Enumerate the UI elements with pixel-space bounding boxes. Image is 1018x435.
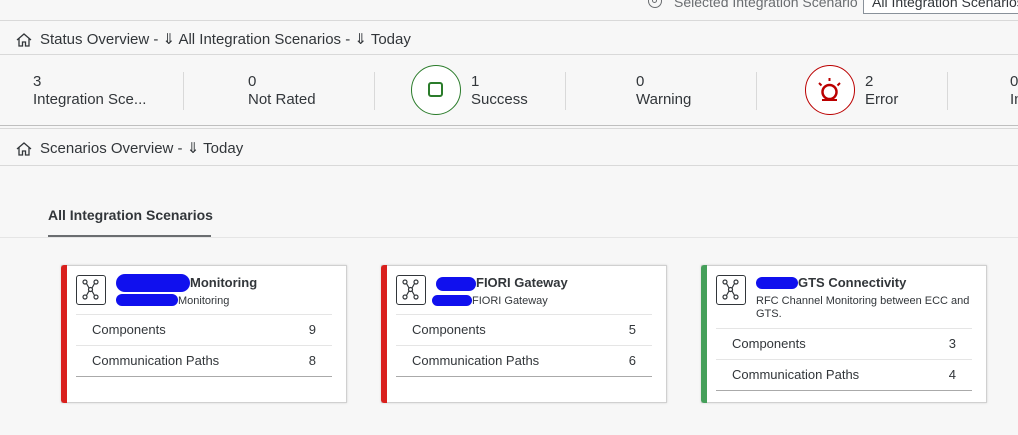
stat-label: Components: [92, 322, 166, 337]
stat-label: Components: [732, 336, 806, 351]
card-subtitle: FIORI Gateway: [472, 295, 548, 307]
integration-scenario-icon: [396, 275, 426, 305]
stat-row-communication-paths: Communication Paths 4: [716, 359, 972, 391]
scenario-card[interactable]: Monitoring Monitoring Components 9 Commu…: [61, 265, 347, 403]
stat-value: 5: [628, 322, 636, 337]
stat-label: Communication Paths: [412, 353, 540, 368]
kpi-count: 1: [471, 73, 480, 90]
scenarios-overview-title: Scenarios Overview - ⇓ Today: [40, 140, 244, 157]
status-indicator-bar: [61, 265, 67, 403]
divider: [0, 165, 1018, 166]
divider: [0, 54, 1018, 55]
status-indicator-bar: [701, 265, 707, 403]
scenario-card[interactable]: FIORI Gateway FIORI Gateway Components 5…: [381, 265, 667, 403]
scenario-select[interactable]: All Integration Scenarios: [863, 0, 1018, 14]
integration-scenario-icon: [76, 275, 106, 305]
card-title: Monitoring: [190, 275, 258, 290]
redaction-mark: [116, 274, 190, 292]
kpi-in[interactable]: 0 In: [948, 56, 1018, 126]
tab-bar: All Integration Scenarios: [0, 167, 1018, 237]
stat-value: 3: [948, 336, 956, 351]
divider: [0, 128, 1018, 129]
target-icon: [648, 0, 662, 8]
redaction-mark: [436, 277, 476, 291]
kpi-count: 0: [1010, 73, 1018, 90]
redaction-mark: [756, 277, 798, 289]
kpi-label: Warning: [636, 91, 692, 108]
kpi-warning[interactable]: 0 Warning: [566, 56, 756, 126]
kpi-count: 0: [248, 73, 257, 90]
card-stats: Components 3 Communication Paths 4: [716, 328, 972, 391]
kpi-label: Success: [471, 91, 528, 108]
stat-row-communication-paths: Communication Paths 6: [396, 345, 652, 377]
stat-row-communication-paths: Communication Paths 8: [76, 345, 332, 377]
top-filter-bar: Selected Integration Scenario All Integr…: [0, 0, 1018, 18]
kpi-count: 2: [865, 73, 874, 90]
home-icon: [16, 142, 32, 156]
tab-all-integration-scenarios[interactable]: All Integration Scenarios: [48, 207, 213, 223]
card-subtitle: Monitoring: [178, 295, 230, 307]
kpi-count: 0: [636, 73, 645, 90]
stat-row-components: Components 5: [396, 314, 652, 345]
stat-value: 4: [948, 367, 956, 382]
kpi-label: Not Rated: [248, 91, 316, 108]
scenario-card[interactable]: GTS Connectivity RFC Channel Monitoring …: [701, 265, 987, 403]
scenario-filter-label: Selected Integration Scenario: [674, 0, 858, 10]
divider: [0, 125, 1018, 126]
status-overview-title: Status Overview - ⇓ All Integration Scen…: [40, 31, 411, 48]
stat-label: Communication Paths: [732, 367, 860, 382]
kpi-label: In: [1010, 91, 1018, 108]
card-title: FIORI Gateway: [476, 275, 568, 290]
status-kpi-strip: 3 Integration Sce... 0 Not Rated 1 Succe…: [0, 56, 1018, 126]
scenarios-overview-header[interactable]: Scenarios Overview - ⇓ Today: [0, 137, 1018, 161]
kpi-label: Integration Sce...: [33, 91, 147, 108]
stat-row-components: Components 3: [716, 328, 972, 359]
card-stats: Components 5 Communication Paths 6: [396, 314, 652, 377]
divider: [0, 20, 1018, 21]
card-stats: Components 9 Communication Paths 8: [76, 314, 332, 377]
stat-row-components: Components 9: [76, 314, 332, 345]
status-overview-header[interactable]: Status Overview - ⇓ All Integration Scen…: [0, 28, 1018, 52]
success-square-icon: [411, 65, 461, 115]
divider: [0, 237, 1018, 238]
card-title: GTS Connectivity: [798, 275, 907, 290]
kpi-success[interactable]: 1 Success: [375, 56, 565, 126]
stat-value: 6: [628, 353, 636, 368]
home-icon: [16, 33, 32, 47]
redaction-mark: [432, 295, 472, 306]
redaction-mark: [116, 294, 178, 306]
status-indicator-bar: [381, 265, 387, 403]
card-subtitle: RFC Channel Monitoring between ECC and G…: [756, 295, 970, 320]
stat-label: Components: [412, 322, 486, 337]
stat-label: Communication Paths: [92, 353, 220, 368]
error-alert-icon: [805, 65, 855, 115]
stat-value: 8: [308, 353, 316, 368]
kpi-error[interactable]: 2 Error: [757, 56, 947, 126]
integration-scenario-icon: [716, 275, 746, 305]
stat-value: 9: [308, 322, 316, 337]
kpi-count: 3: [33, 73, 42, 90]
kpi-integration-scenarios[interactable]: 3 Integration Sce...: [0, 56, 183, 126]
kpi-not-rated[interactable]: 0 Not Rated: [184, 56, 374, 126]
kpi-label: Error: [865, 91, 899, 108]
